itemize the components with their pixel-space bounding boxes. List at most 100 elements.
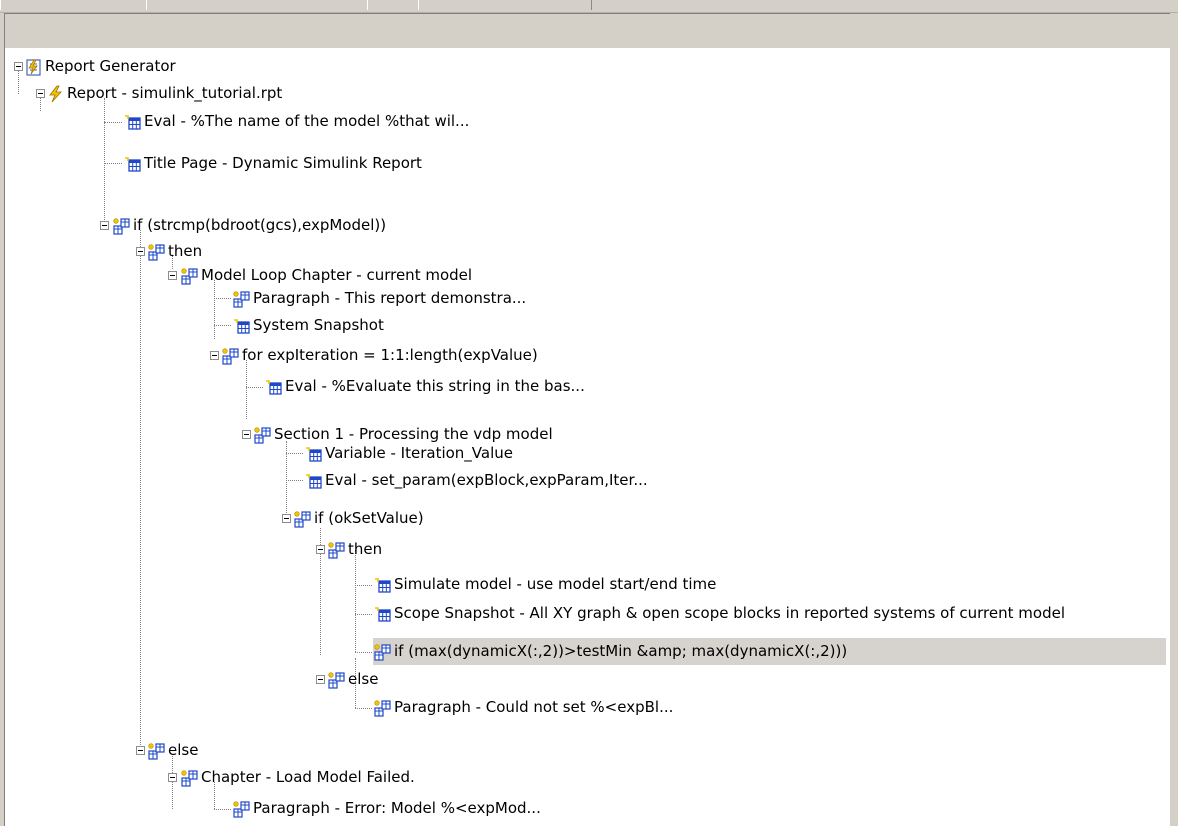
top-tab-strip	[0, 0, 1178, 13]
tree-item-label: for expIteration = 1:1:length(expValue)	[242, 346, 538, 364]
collapse-toggle[interactable]	[14, 62, 23, 71]
tab-divider	[0, 0, 147, 10]
component-table-icon	[305, 473, 322, 489]
component-branch-icon	[294, 510, 311, 528]
tree-connector	[355, 614, 372, 615]
tree-item-label: then	[168, 242, 203, 260]
collapse-toggle[interactable]	[316, 675, 325, 684]
tree-connector	[104, 122, 122, 123]
tree-connector	[140, 230, 141, 745]
component-branch-icon	[222, 347, 239, 365]
component-table-icon	[265, 379, 282, 395]
tree-item-for-loop[interactable]: for expIteration = 1:1:length(expValue)	[221, 342, 538, 369]
tree-item-label: Paragraph - Error: Model %<expMod...	[253, 799, 541, 817]
tree-item-label: Paragraph - This report demonstra...	[253, 289, 527, 307]
tree-item-if-ok-set-value[interactable]: if (okSetValue)	[293, 505, 424, 532]
tab-divider	[418, 0, 592, 10]
tree-item-label: if (okSetValue)	[314, 509, 424, 527]
collapse-toggle[interactable]	[36, 89, 45, 98]
tree-item-variable[interactable]: Variable - Iteration_Value	[304, 440, 513, 467]
component-table-icon	[233, 318, 250, 334]
tree-item-label: Title Page - Dynamic Simulink Report	[144, 154, 422, 172]
tree-connector	[286, 480, 303, 481]
tree-item-label: else	[168, 741, 199, 759]
component-branch-icon	[374, 699, 391, 717]
tree-item-paragraph-error[interactable]: Paragraph - Error: Model %<expMod...	[232, 795, 541, 822]
tree-connector	[104, 98, 105, 220]
report-outline-tree[interactable]: Report Generator Report - simulink_tutor…	[4, 48, 1170, 826]
tree-item-label: if (max(dynamicX(:,2))>testMin &amp; max…	[394, 642, 848, 660]
collapse-toggle[interactable]	[282, 514, 291, 523]
tab-divider	[367, 0, 419, 10]
component-branch-icon	[233, 290, 250, 308]
tree-connector	[104, 163, 122, 164]
tree-item-label: else	[348, 670, 379, 688]
component-branch-icon	[148, 742, 165, 760]
collapse-toggle[interactable]	[168, 271, 177, 280]
tree-item-chapter-load-failed[interactable]: Chapter - Load Model Failed.	[180, 764, 415, 791]
outline-header	[4, 13, 1170, 48]
tree-item-label: Report Generator	[45, 57, 176, 75]
collapse-toggle[interactable]	[136, 247, 145, 256]
tree-connector	[40, 98, 41, 111]
lightning-report-icon	[49, 85, 62, 102]
tree-item-label: Paragraph - Could not set %<expBl...	[394, 698, 674, 716]
component-branch-icon	[374, 643, 391, 661]
tree-connector	[214, 809, 231, 810]
component-branch-icon	[181, 267, 198, 285]
tree-item-then[interactable]: then	[327, 536, 382, 563]
collapse-toggle[interactable]	[242, 430, 251, 439]
component-table-icon	[124, 156, 141, 172]
tree-item-label: System Snapshot	[253, 316, 384, 334]
component-branch-icon	[328, 541, 345, 559]
tree-item-else[interactable]: else	[327, 666, 378, 693]
tree-item-label: Simulate model - use model start/end tim…	[394, 575, 717, 593]
collapse-toggle[interactable]	[168, 773, 177, 782]
collapse-toggle[interactable]	[210, 351, 219, 360]
tree-item-else[interactable]: else	[147, 737, 198, 764]
tree-item-label: Eval - %Evaluate this string in the bas.…	[285, 377, 585, 395]
tree-item-then[interactable]: then	[147, 238, 202, 265]
tree-item-eval-model-name[interactable]: Eval - %The name of the model %that wil.…	[123, 108, 469, 135]
tree-connector	[355, 585, 372, 586]
report-generator-icon	[26, 58, 41, 76]
tree-connector	[355, 708, 372, 709]
tree-item-title-page[interactable]: Title Page - Dynamic Simulink Report	[123, 150, 422, 177]
tree-item-label: if (strcmp(bdroot(gcs),expModel))	[133, 216, 387, 234]
tree-connector	[246, 387, 263, 388]
collapse-toggle[interactable]	[136, 746, 145, 755]
component-branch-icon	[254, 426, 271, 444]
tree-connector	[214, 298, 231, 299]
component-branch-icon	[113, 217, 130, 235]
tree-item-eval-set-param[interactable]: Eval - set_param(expBlock,expParam,Iter.…	[304, 467, 648, 494]
component-branch-icon	[181, 769, 198, 787]
tree-item-label: then	[348, 540, 383, 558]
tree-item-label: Report - simulink_tutorial.rpt	[67, 84, 283, 102]
collapse-toggle[interactable]	[100, 221, 109, 230]
tree-connector	[355, 550, 356, 652]
tree-connector	[286, 453, 303, 454]
tree-item-label: Eval - %The name of the model %that wil.…	[144, 112, 470, 130]
tree-item-label: Chapter - Load Model Failed.	[201, 768, 415, 786]
component-table-icon	[124, 114, 141, 130]
tree-item-if-strcmp[interactable]: if (strcmp(bdroot(gcs),expModel))	[112, 212, 386, 239]
tree-item-if-max-selected[interactable]: if (max(dynamicX(:,2))>testMin &amp; max…	[373, 638, 1166, 665]
component-branch-icon	[148, 243, 165, 261]
tree-item-simulate-model[interactable]: Simulate model - use model start/end tim…	[373, 571, 716, 598]
collapse-toggle[interactable]	[316, 545, 325, 554]
tree-item-eval-evaluate[interactable]: Eval - %Evaluate this string in the bas.…	[264, 373, 585, 400]
component-branch-icon	[233, 800, 250, 818]
tree-item-report-generator[interactable]: Report Generator	[24, 53, 176, 80]
tree-item-system-snapshot[interactable]: System Snapshot	[232, 312, 384, 339]
tree-connector	[214, 325, 231, 326]
tree-connector	[18, 71, 19, 94]
component-table-icon	[374, 606, 391, 622]
tree-item-paragraph-demo[interactable]: Paragraph - This report demonstra...	[232, 285, 526, 312]
tree-item-report[interactable]: Report - simulink_tutorial.rpt	[46, 80, 282, 107]
tree-item-scope-snapshot[interactable]: Scope Snapshot - All XY graph & open sco…	[373, 600, 1065, 627]
component-table-icon	[305, 446, 322, 462]
tree-item-paragraph-could-not-set[interactable]: Paragraph - Could not set %<expBl...	[373, 694, 673, 721]
component-branch-icon	[328, 671, 345, 689]
tree-item-label: Eval - set_param(expBlock,expParam,Iter.…	[325, 471, 648, 489]
tab-divider	[146, 0, 368, 10]
